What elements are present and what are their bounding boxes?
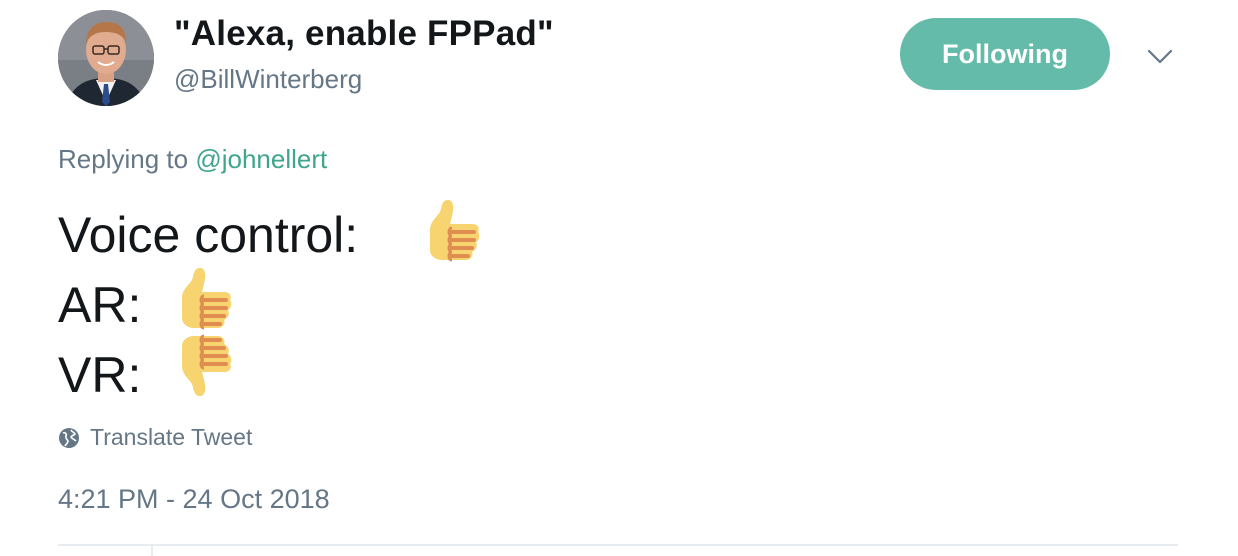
translate-label: Translate Tweet: [90, 424, 253, 450]
translate-tweet-link[interactable]: Translate Tweet: [58, 424, 252, 451]
following-button[interactable]: Following: [900, 18, 1110, 90]
thumbs-up-icon: [164, 262, 236, 339]
avatar[interactable]: [58, 10, 154, 106]
tweet-line-label: AR:: [58, 277, 142, 333]
tweet-line-vr: VR:: [58, 350, 141, 400]
display-name[interactable]: "Alexa, enable FPPad": [174, 14, 554, 54]
reply-mention-link[interactable]: @johnellert: [195, 144, 327, 174]
tweet-line-label: Voice control:: [58, 207, 359, 263]
replying-to: Replying to @johnellert: [58, 144, 327, 175]
tweet-line-voice-control: Voice control:: [58, 210, 358, 260]
tweet-timestamp[interactable]: 4:21 PM - 24 Oct 2018: [58, 484, 330, 515]
user-handle[interactable]: @BillWinterberg: [174, 64, 362, 95]
tweet-line-label: VR:: [58, 347, 142, 403]
chevron-down-icon[interactable]: [1145, 45, 1175, 69]
tweet: "Alexa, enable FPPad" @BillWinterberg Fo…: [0, 0, 1238, 556]
globe-icon: [59, 427, 79, 448]
divider-tick: [151, 546, 153, 556]
divider: [58, 544, 1178, 546]
thumbs-up-icon: [412, 194, 484, 271]
thumbs-down-icon: [164, 330, 236, 407]
tweet-line-ar: AR:: [58, 280, 141, 330]
replying-to-label: Replying to: [58, 144, 196, 174]
profile-photo: [58, 10, 154, 106]
